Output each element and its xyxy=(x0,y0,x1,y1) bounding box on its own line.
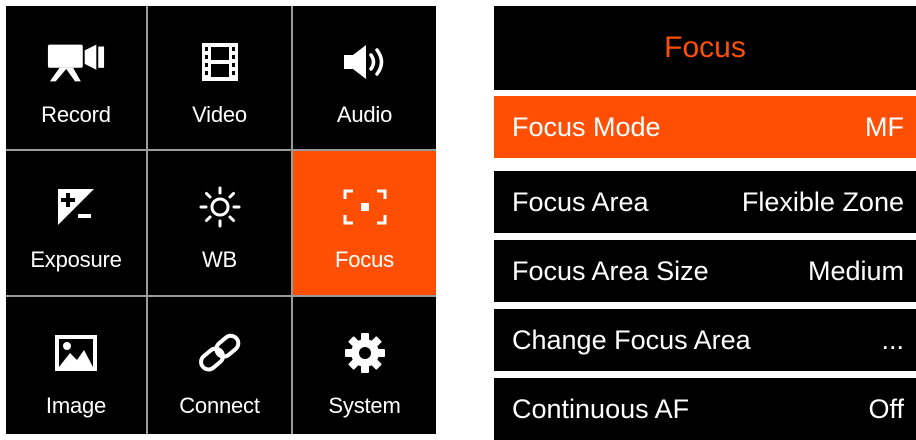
gear-icon xyxy=(335,331,395,375)
grid-label-image: Image xyxy=(45,393,107,418)
menu-item-value: ... xyxy=(881,324,904,355)
menu-item-label: Focus Area Size xyxy=(512,255,709,286)
link-icon xyxy=(190,331,250,375)
grid-label-video: Video xyxy=(192,102,247,127)
sun-icon xyxy=(190,185,250,229)
menu-item-focus-area-size[interactable]: Focus Area Size Medium xyxy=(494,240,916,302)
menu-item-label: Continuous AF xyxy=(512,393,690,424)
grid-cell-system[interactable]: System xyxy=(293,297,436,434)
menu-item-label: Focus Area xyxy=(512,186,649,217)
menu-item-value: Flexible Zone xyxy=(741,186,904,217)
grid-cell-video[interactable]: Video xyxy=(148,6,293,151)
exposure-icon xyxy=(46,185,106,229)
menu-title: Focus xyxy=(664,31,746,64)
grid-label-wb: WB xyxy=(201,247,238,272)
image-icon xyxy=(46,331,106,375)
grid-label-audio: Audio xyxy=(336,102,393,127)
grid-cell-wb[interactable]: WB xyxy=(148,151,293,297)
menu-item-continuous-af[interactable]: Continuous AF Off xyxy=(494,378,916,440)
menu-item-value: Off xyxy=(868,393,904,424)
video-camera-icon xyxy=(46,40,106,84)
grid-cell-audio[interactable]: Audio xyxy=(293,6,436,151)
grid-cell-focus[interactable]: Focus xyxy=(293,151,436,297)
menu-item-focus-mode[interactable]: Focus Mode MF xyxy=(494,96,916,158)
menu-item-change-focus-area[interactable]: Change Focus Area ... xyxy=(494,309,916,371)
grid-cell-image[interactable]: Image xyxy=(6,297,148,434)
menu-item-value: Medium xyxy=(807,255,904,286)
grid-label-record: Record xyxy=(41,102,111,127)
menu-item-label: Change Focus Area xyxy=(512,324,751,355)
grid-label-focus: Focus xyxy=(335,247,394,272)
menu-item-value: MF xyxy=(865,111,904,142)
focus-menu: Focus Focus Mode MF Focus Area Flexible … xyxy=(494,0,916,440)
grid-cell-record[interactable]: Record xyxy=(6,6,148,151)
speaker-icon xyxy=(335,40,395,84)
grid-label-connect: Connect xyxy=(179,393,260,418)
grid-label-exposure: Exposure xyxy=(30,247,122,272)
menu-item-label: Focus Mode xyxy=(512,111,661,142)
grid-cell-exposure[interactable]: Exposure xyxy=(6,151,148,297)
focus-frame-icon xyxy=(335,185,395,229)
menu-item-focus-area[interactable]: Focus Area Flexible Zone xyxy=(494,171,916,233)
film-icon xyxy=(190,40,250,84)
menu-header: Focus xyxy=(494,6,916,90)
settings-grid: Record Video Audio Exposure WB Focus Ima… xyxy=(6,6,436,434)
grid-label-system: System xyxy=(328,393,401,418)
grid-cell-connect[interactable]: Connect xyxy=(148,297,293,434)
